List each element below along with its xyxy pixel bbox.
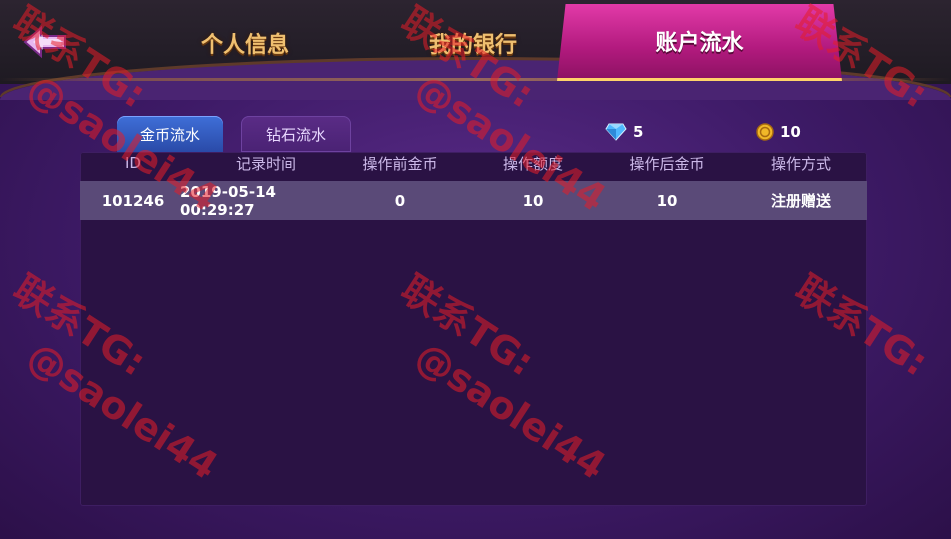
tab-personal-info[interactable]: 个人信息 — [160, 8, 330, 78]
cell-gold-after: 10 — [656, 191, 678, 210]
cell-record-time: 2019-05-14 00:29:27 — [180, 182, 276, 219]
gold-amount: 10 — [780, 123, 801, 141]
cell-gold-before: 0 — [394, 191, 406, 210]
tab-my-bank[interactable]: 我的银行 — [388, 8, 558, 78]
subtab-gold-flow[interactable]: 金币流水 — [117, 116, 223, 152]
cell-amount: 10 — [522, 191, 544, 210]
subtab-diamond-flow[interactable]: 钻石流水 — [241, 116, 351, 152]
tab-account-flow[interactable]: 账户流水 — [557, 4, 842, 81]
gold-coin-icon — [756, 123, 774, 141]
column-header-id: ID — [125, 154, 141, 172]
diamond-amount: 5 — [633, 123, 644, 141]
column-header-gold-before: 操作前金币 — [362, 154, 438, 173]
column-header-record-time: 记录时间 — [235, 154, 296, 173]
diamond-balance: 5 — [605, 120, 643, 144]
column-header-method: 操作方式 — [770, 154, 831, 173]
column-header-amount: 操作额度 — [502, 154, 563, 173]
cell-id: 101246 — [101, 191, 165, 210]
back-arrow-icon — [23, 25, 66, 59]
back-button[interactable] — [22, 24, 70, 60]
diamond-icon — [605, 123, 627, 141]
cell-method: 注册赠送 — [770, 192, 831, 210]
gold-balance: 10 — [756, 120, 801, 144]
column-header-gold-after: 操作后金币 — [629, 154, 705, 173]
